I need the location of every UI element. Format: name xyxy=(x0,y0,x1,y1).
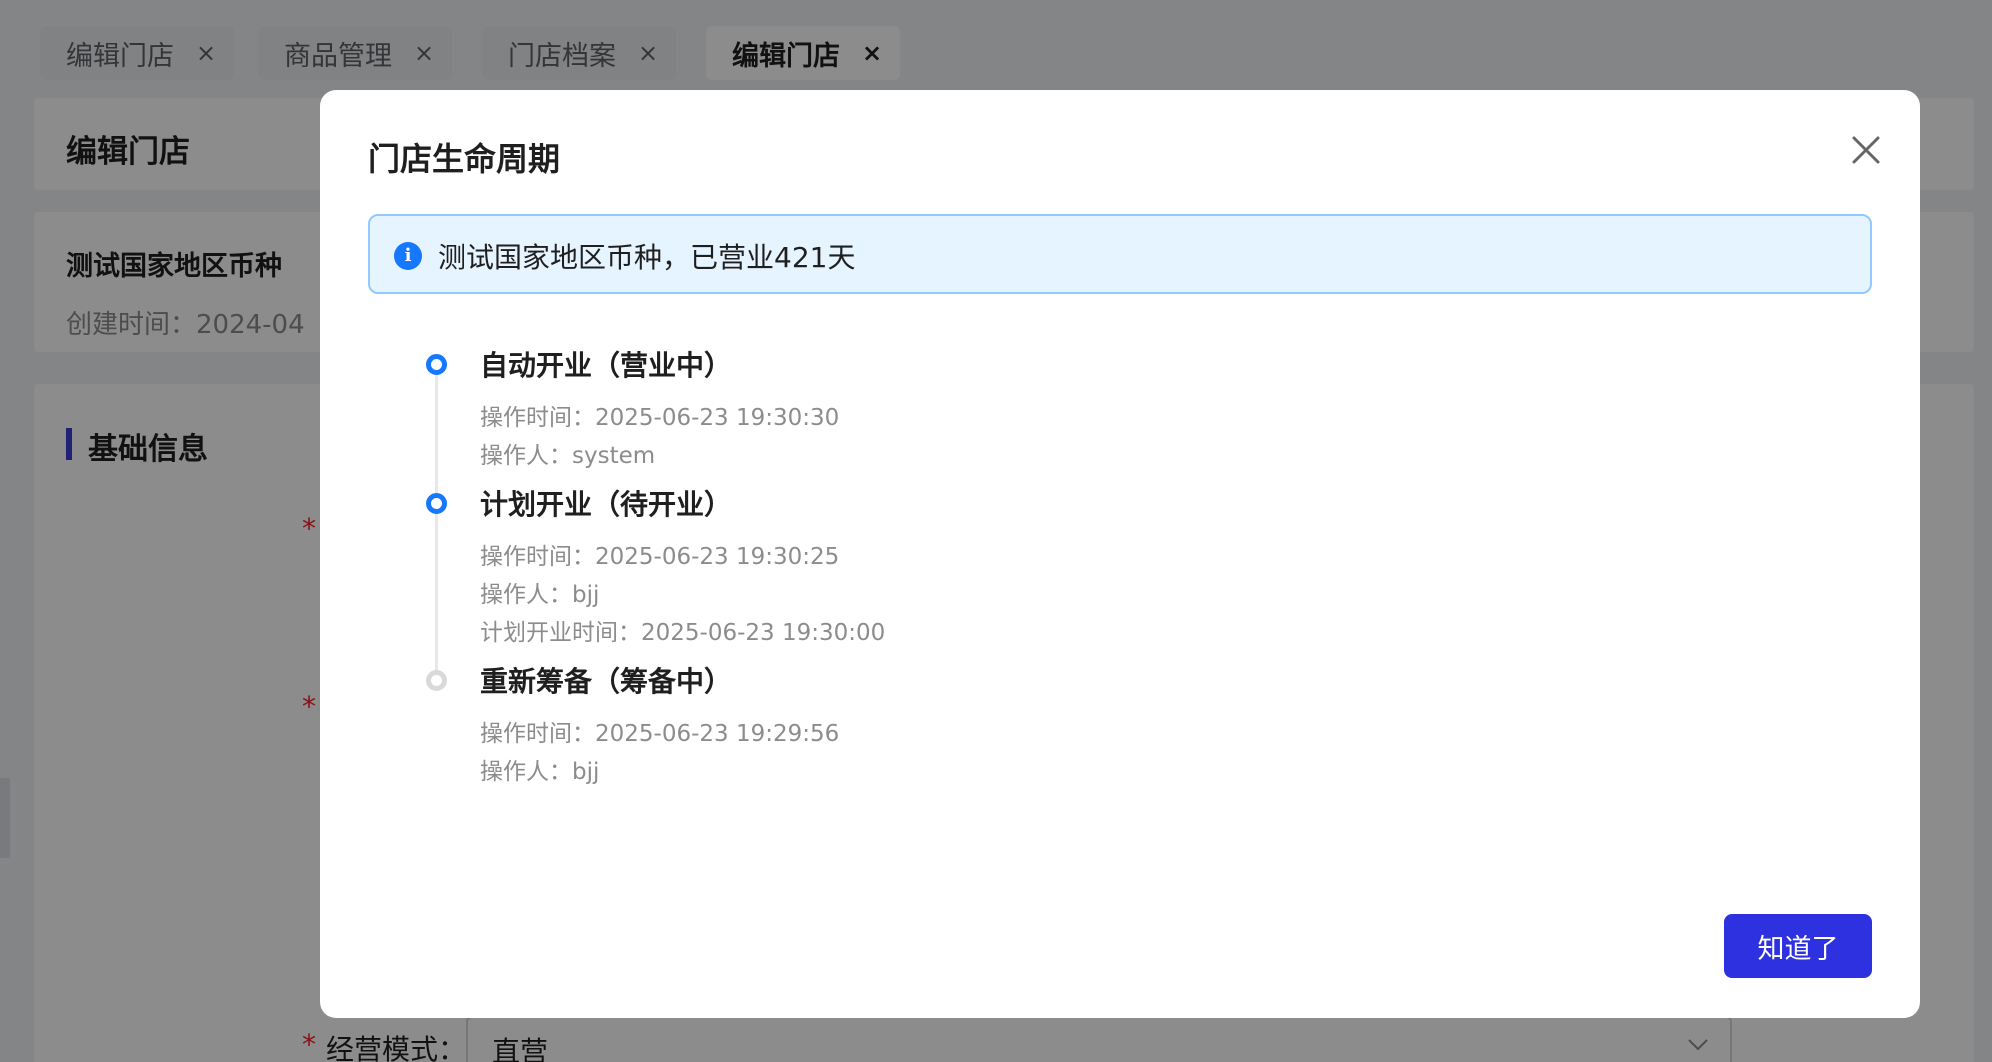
timeline-detail: 计划开业时间：2025-06-23 19:30:00 xyxy=(480,620,886,646)
store-lifecycle-modal: 门店生命周期 i 测试国家地区币种，已营业421天 自动开业（营业中） 操作时间… xyxy=(320,90,1920,1018)
timeline-detail: 操作时间：2025-06-23 19:30:30 xyxy=(480,405,840,431)
timeline-detail: 操作时间：2025-06-23 19:29:56 xyxy=(480,721,840,747)
alert-text: 测试国家地区币种，已营业421天 xyxy=(438,241,856,274)
timeline-title: 自动开业（营业中） xyxy=(480,349,733,382)
modal-title: 门店生命周期 xyxy=(368,140,561,178)
timeline-dot-active xyxy=(426,354,447,375)
timeline-track xyxy=(435,366,438,686)
timeline-detail: 操作时间：2025-06-23 19:30:25 xyxy=(480,544,840,570)
timeline-detail: 操作人：system xyxy=(480,443,656,469)
acknowledge-button[interactable]: 知道了 xyxy=(1724,914,1872,978)
timeline-detail: 操作人：bjj xyxy=(480,582,600,608)
info-icon: i xyxy=(394,242,422,270)
close-icon[interactable] xyxy=(1844,128,1888,172)
timeline-dot-inactive xyxy=(426,670,447,691)
timeline-title: 计划开业（待开业） xyxy=(480,488,733,521)
timeline-detail: 操作人：bjj xyxy=(480,759,600,785)
timeline-title: 重新筹备（筹备中） xyxy=(480,665,733,698)
info-alert: i 测试国家地区币种，已营业421天 xyxy=(368,214,1872,294)
timeline-dot-active xyxy=(426,493,447,514)
